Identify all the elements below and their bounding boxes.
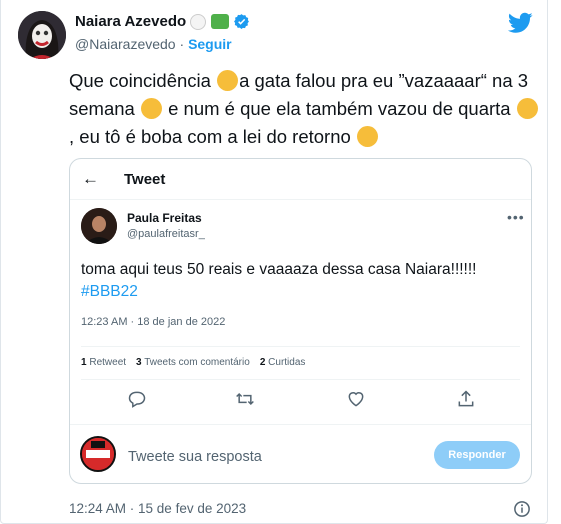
money-with-wings-emoji — [211, 14, 230, 29]
embedded-hashtag: #BBB22 — [81, 283, 138, 300]
tweet-text-part: Que coincidência — [69, 70, 217, 91]
slightly-frowning-face-emoji — [140, 98, 162, 119]
info-icon[interactable] — [513, 500, 531, 518]
twitter-bird-icon[interactable] — [508, 12, 533, 34]
reply-input-placeholder: Tweete sua resposta — [128, 449, 262, 465]
stat-retweets: 1 Retweet — [81, 357, 126, 368]
follow-button[interactable]: Seguir — [188, 36, 232, 52]
author-handle[interactable]: @Naiarazevedo — [75, 36, 176, 52]
more-horizontal-icon: ••• — [507, 209, 525, 225]
author-name-row[interactable]: Naiara Azevedo — [75, 13, 250, 30]
stat-count: 3 — [136, 357, 142, 368]
face-with-hand-over-mouth-emoji — [356, 126, 378, 147]
author-name[interactable]: Naiara Azevedo — [75, 13, 186, 30]
tweet-text-part: e num é que ela também vazou de quarta — [162, 98, 516, 119]
embedded-timestamp: 12:23 AM · 18 de jan de 2022 — [81, 316, 226, 328]
thinking-face-emoji — [516, 98, 538, 119]
stat-likes: 2 Curtidas — [260, 357, 306, 368]
reply-icon — [128, 391, 146, 408]
embedded-text-body: toma aqui teus 50 reais e vaaaaza dessa … — [81, 261, 477, 278]
reply-button: Responder — [434, 441, 520, 469]
embedded-tweet-text: toma aqui teus 50 reais e vaaaaza dessa … — [81, 259, 521, 303]
divider — [70, 199, 531, 200]
embedded-stats: 1 Retweet 3 Tweets com comentário 2 Curt… — [81, 357, 305, 368]
retweet-icon — [236, 392, 254, 406]
separator-dot: · — [179, 36, 185, 52]
tweet-card: Naiara Azevedo @Naiarazevedo · Seguir Qu… — [0, 0, 548, 524]
embedded-actions — [70, 389, 531, 413]
author-handle-row: @Naiarazevedo · Seguir — [75, 36, 232, 52]
tweet-text-part: , eu tô é boba com a lei do retorno — [69, 126, 356, 147]
author-avatar[interactable] — [18, 11, 66, 59]
stat-label: Retweet — [89, 357, 127, 368]
verified-badge-icon — [234, 14, 250, 29]
embedded-author-avatar — [81, 208, 117, 244]
divider — [81, 379, 520, 380]
stat-count: 1 — [81, 357, 87, 368]
reply-user-avatar — [80, 436, 116, 472]
clown-face-emoji — [190, 13, 207, 30]
shushing-face-emoji — [217, 70, 239, 91]
like-icon — [348, 392, 364, 407]
tweet-timestamp[interactable]: 12:24 AM · 15 de fev de 2023 — [69, 501, 246, 516]
share-icon — [458, 390, 474, 407]
arrow-left-icon[interactable]: ← — [82, 169, 99, 189]
divider — [81, 346, 520, 347]
embedded-author-name: Paula Freitas — [127, 211, 202, 225]
stat-label: Curtidas — [268, 357, 306, 368]
stat-count: 2 — [259, 357, 266, 368]
embedded-author-handle: @paulafreitasr_ — [127, 228, 205, 240]
embedded-tweet-image[interactable]: ← Tweet Paula Freitas @paulafreitasr_ ••… — [69, 158, 532, 484]
embedded-header-title: Tweet — [124, 171, 166, 188]
stat-label: Tweets com comentário — [144, 357, 250, 368]
tweet-text: Que coincidência a gata falou pra eu ”va… — [69, 67, 539, 151]
embedded-header: ← Tweet — [70, 159, 531, 199]
divider — [70, 424, 531, 425]
stat-quote-tweets: 3 Tweets com comentário — [136, 357, 250, 368]
